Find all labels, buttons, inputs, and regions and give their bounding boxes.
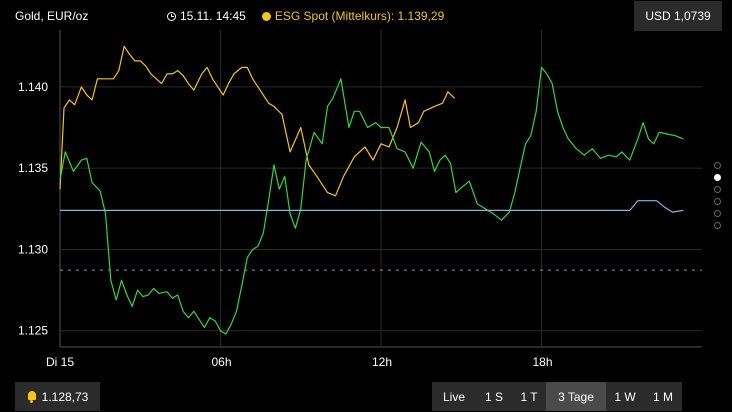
y-tick-label: 1.135 — [18, 161, 48, 175]
series-line-blue_line — [60, 200, 684, 213]
alert-value: 1.128,73 — [41, 389, 89, 404]
price-chart: 1.140 1.135 1.130 1.125 Di 15 06h 12h 18h — [18, 30, 702, 369]
tab-1-w[interactable]: 1 W — [606, 382, 644, 411]
timeframe-tabs: Live 1 S1 T3 Tage 1 W1 M — [432, 382, 682, 411]
y-tick-label: 1.130 — [18, 242, 48, 256]
chart-pager — [714, 162, 721, 229]
pager-dot[interactable] — [714, 186, 721, 193]
tab-live[interactable]: Live — [432, 382, 476, 411]
y-tick-label: 1.125 — [18, 324, 48, 338]
tab-1-s[interactable]: 1 S — [476, 382, 512, 411]
series-line-yellow_series — [59, 45, 456, 197]
y-tick-label: 1.140 — [18, 80, 48, 94]
tab-1-t[interactable]: 1 T — [512, 382, 546, 411]
pager-dot[interactable] — [714, 210, 721, 217]
price-alert-button[interactable]: 1.128,73 — [15, 382, 100, 411]
series-line-green_series — [59, 66, 684, 335]
pager-dot[interactable] — [714, 174, 721, 181]
x-tick-label: 06h — [212, 355, 232, 369]
pager-dot[interactable] — [714, 222, 721, 229]
tab-1-m[interactable]: 1 M — [644, 382, 682, 411]
x-tick-label: 18h — [533, 355, 553, 369]
pager-dot[interactable] — [714, 198, 721, 205]
x-tick-label: Di 15 — [46, 355, 74, 369]
bell-icon — [27, 390, 37, 403]
tab-3-tage[interactable]: 3 Tage — [546, 382, 606, 411]
x-tick-label: 12h — [372, 355, 392, 369]
pager-dot[interactable] — [714, 162, 721, 169]
